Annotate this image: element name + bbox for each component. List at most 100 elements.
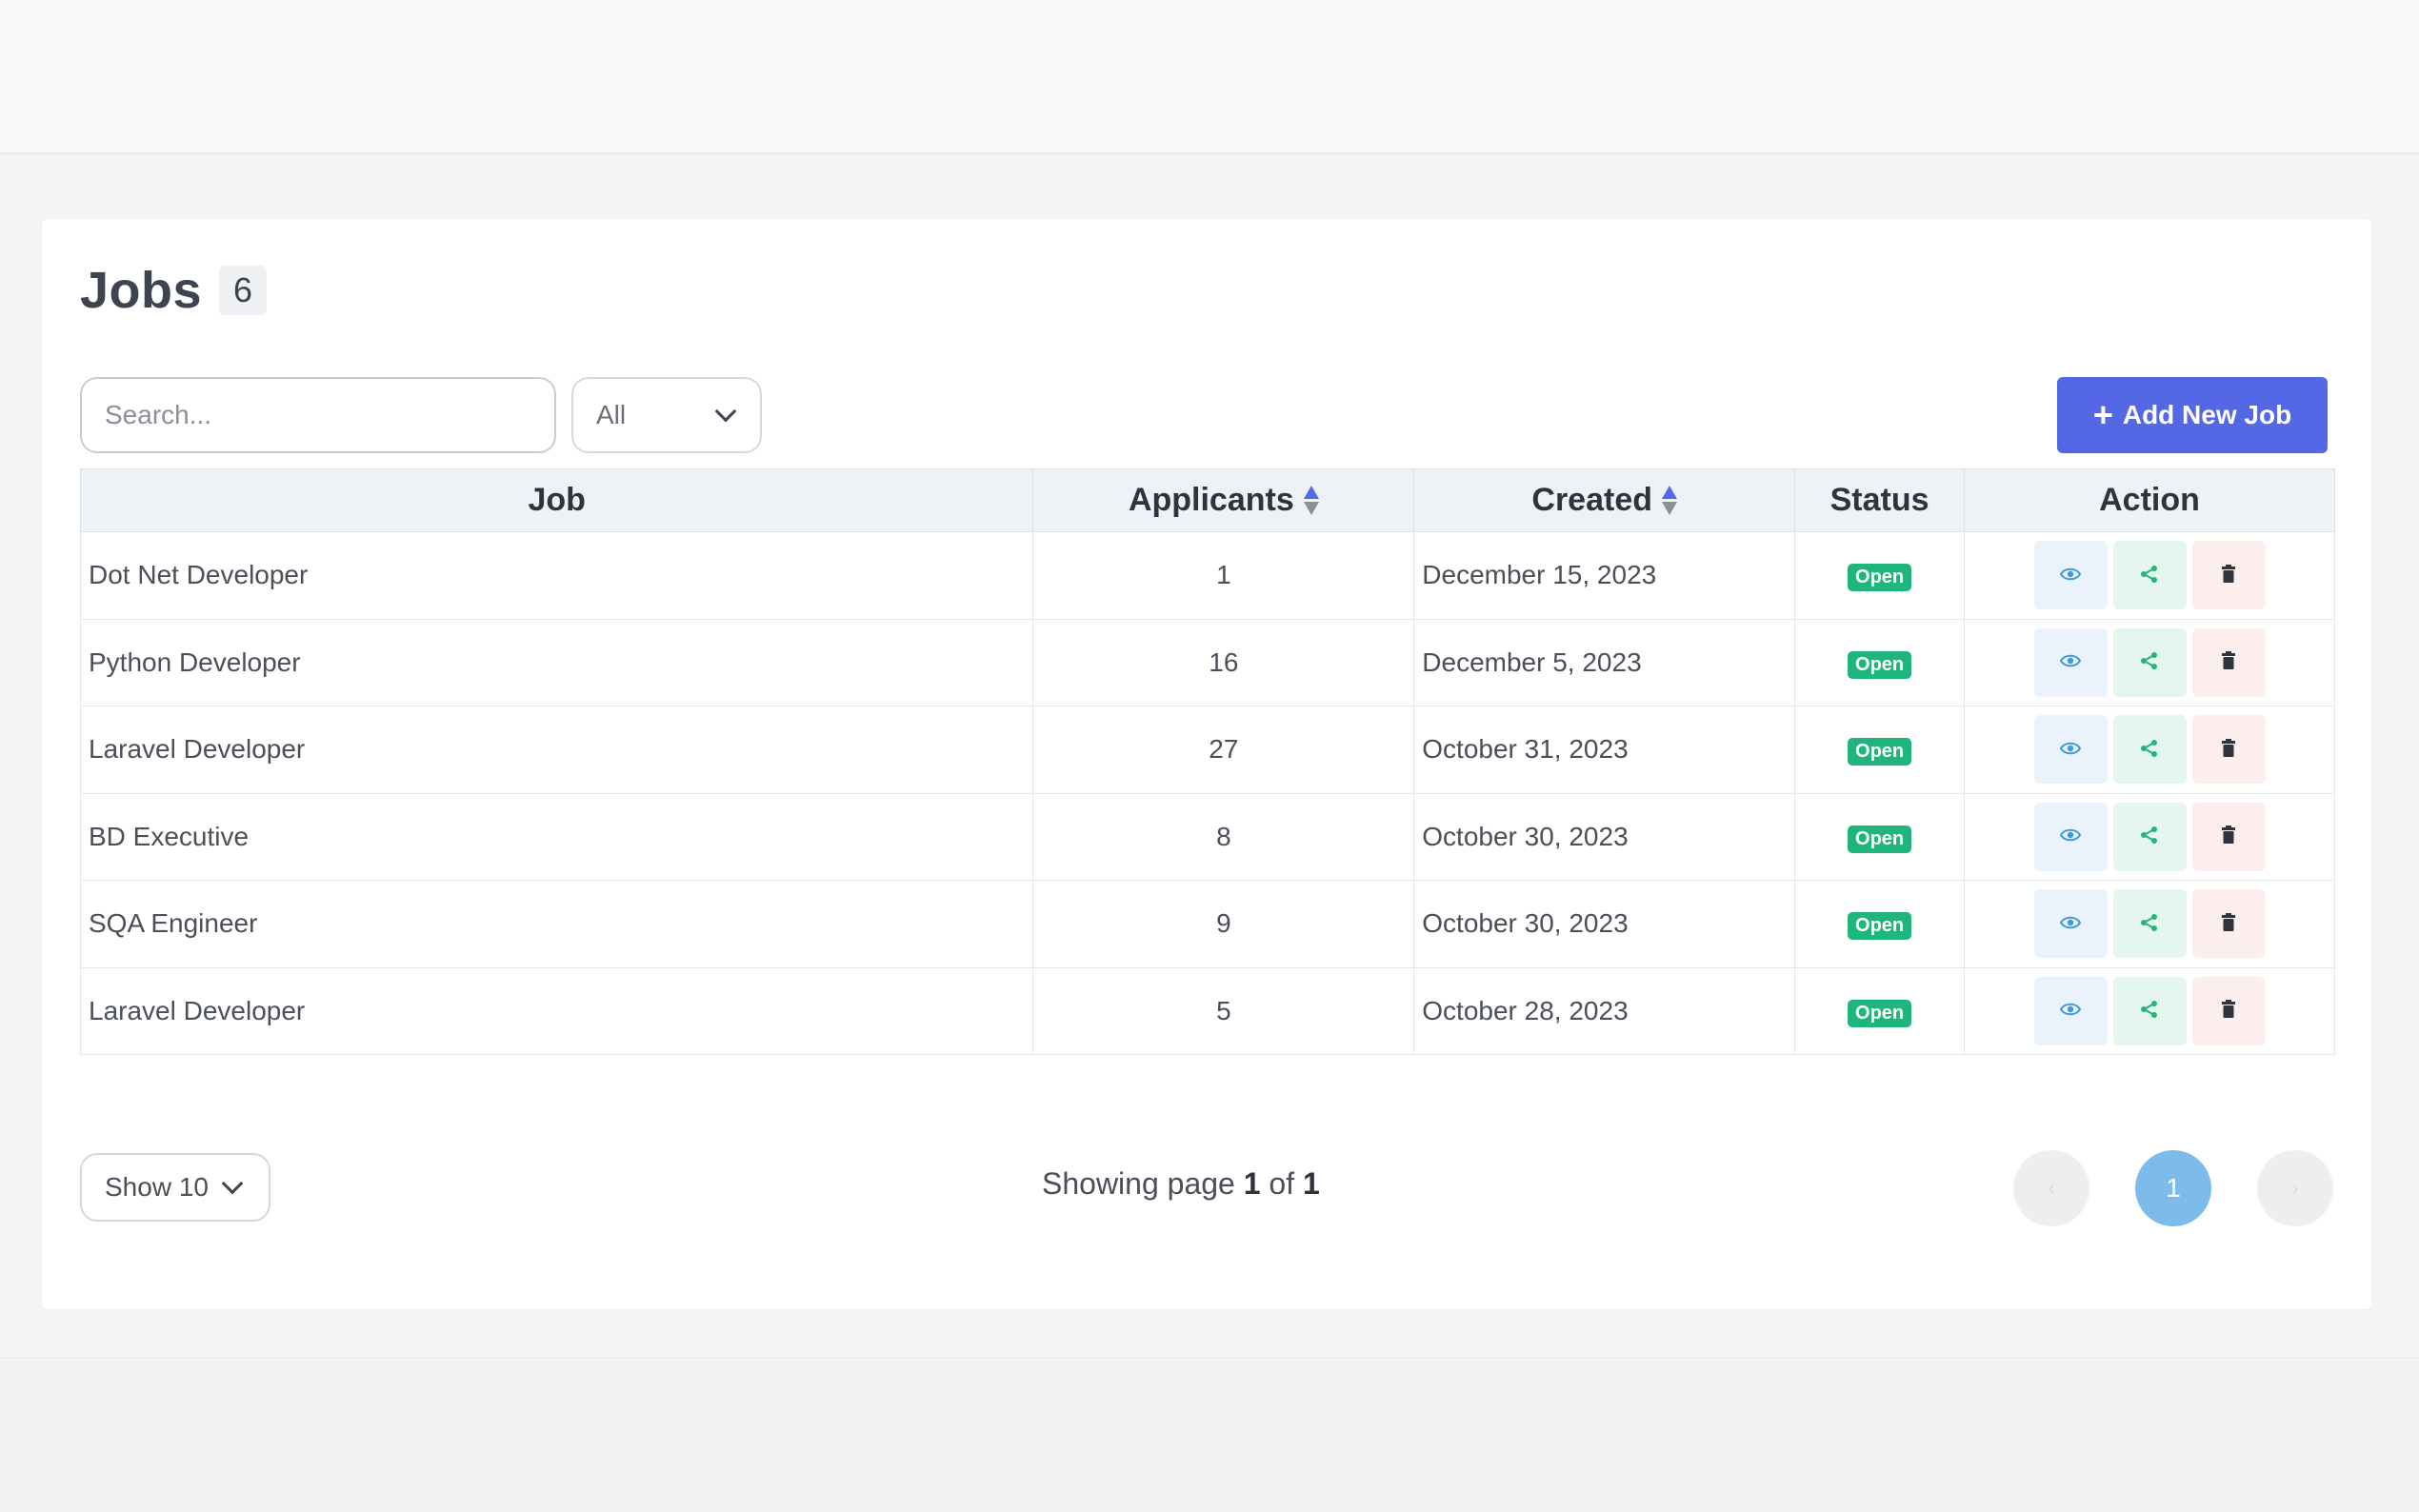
share-button[interactable]: [2112, 802, 2187, 871]
status-badge: Open: [1848, 564, 1912, 592]
created-date-cell: October 30, 2023: [1413, 880, 1796, 968]
jobs-table: Job Applicants Created Status Action Dot…: [79, 468, 2335, 1055]
applicants-cell: 1: [1032, 531, 1415, 620]
page-size-select[interactable]: Show 10: [80, 1153, 270, 1222]
trash-icon: [2221, 912, 2236, 935]
job-title-cell: BD Executive: [79, 793, 1034, 881]
eye-icon: [2059, 741, 2082, 759]
job-title-cell: Laravel Developer: [79, 967, 1034, 1055]
job-title-cell: Python Developer: [79, 619, 1034, 706]
share-icon: [2140, 1000, 2159, 1022]
status-cell: Open: [1794, 531, 1966, 620]
footer-band: [0, 1357, 2419, 1512]
view-button[interactable]: [2033, 627, 2108, 697]
share-icon: [2140, 826, 2159, 847]
delete-button[interactable]: [2191, 802, 2266, 871]
delete-button[interactable]: [2191, 627, 2266, 697]
created-date-cell: December 5, 2023: [1413, 619, 1796, 706]
sort-icon[interactable]: [1662, 486, 1677, 515]
column-header-created[interactable]: Created: [1413, 468, 1796, 532]
applicants-cell: 16: [1032, 619, 1415, 706]
action-cell: [1964, 793, 2335, 881]
view-button[interactable]: [2033, 802, 2108, 871]
action-cell: [1964, 880, 2335, 968]
status-badge: Open: [1848, 912, 1912, 941]
status-cell: Open: [1794, 706, 1966, 794]
total-pages-number: 1: [1302, 1166, 1320, 1201]
eye-icon: [2059, 653, 2082, 671]
job-title-cell: Dot Net Developer: [79, 531, 1034, 620]
job-title-cell: SQA Engineer: [79, 880, 1034, 968]
view-button[interactable]: [2033, 541, 2108, 610]
jobs-card: Jobs 6 All + Add New Job Job Applicants: [42, 219, 2371, 1309]
column-header-status: Status: [1794, 468, 1966, 532]
trash-icon: [2221, 826, 2236, 847]
chevron-down-icon: [714, 400, 737, 423]
jobs-count-badge: 6: [219, 266, 268, 315]
applicants-cell: 9: [1032, 880, 1415, 968]
eye-icon: [2059, 567, 2082, 585]
created-date-cell: October 30, 2023: [1413, 793, 1796, 881]
eye-icon: [2059, 827, 2082, 846]
eye-icon: [2059, 915, 2082, 933]
next-page-button[interactable]: ›: [2257, 1150, 2333, 1226]
page-title: Jobs: [80, 262, 203, 319]
share-icon: [2140, 565, 2159, 587]
status-cell: Open: [1794, 619, 1966, 706]
title-row: Jobs 6: [80, 257, 268, 324]
action-cell: [1964, 531, 2335, 620]
delete-button[interactable]: [2191, 976, 2266, 1045]
view-button[interactable]: [2033, 889, 2108, 959]
action-cell: [1964, 967, 2335, 1055]
prev-page-button[interactable]: ‹: [2013, 1150, 2089, 1226]
share-button[interactable]: [2112, 976, 2187, 1045]
table-row: BD Executive 8 October 30, 2023 Open: [79, 793, 2335, 881]
status-filter-select[interactable]: All: [571, 377, 762, 453]
chevron-down-icon: [221, 1172, 244, 1195]
top-header-bar: [0, 0, 2419, 155]
applicants-cell: 27: [1032, 706, 1415, 794]
view-button[interactable]: [2033, 976, 2108, 1045]
status-badge: Open: [1848, 999, 1912, 1027]
created-date-cell: October 31, 2023: [1413, 706, 1796, 794]
created-date-cell: October 28, 2023: [1413, 967, 1796, 1055]
table-header-row: Job Applicants Created Status Action: [79, 468, 2335, 532]
add-new-job-label: Add New Job: [2122, 400, 2292, 429]
share-button[interactable]: [2112, 715, 2187, 785]
view-button[interactable]: [2033, 715, 2108, 785]
share-icon: [2140, 651, 2159, 673]
table-row: Python Developer 16 December 5, 2023 Open: [79, 619, 2335, 706]
trash-icon: [2221, 738, 2236, 761]
search-input[interactable]: [80, 377, 556, 453]
trash-icon: [2221, 1000, 2236, 1022]
job-title-cell: Laravel Developer: [79, 706, 1034, 794]
share-button[interactable]: [2112, 627, 2187, 697]
add-new-job-button[interactable]: + Add New Job: [2057, 377, 2328, 453]
status-badge: Open: [1848, 738, 1912, 766]
status-cell: Open: [1794, 967, 1966, 1055]
current-page-number: 1: [1243, 1166, 1261, 1201]
table-row: Laravel Developer 27 October 31, 2023 Open: [79, 706, 2335, 794]
trash-icon: [2221, 651, 2236, 673]
action-cell: [1964, 706, 2335, 794]
trash-icon: [2221, 564, 2236, 587]
column-header-action: Action: [1964, 468, 2335, 532]
table-row: Dot Net Developer 1 December 15, 2023 Open: [79, 531, 2335, 620]
status-badge: Open: [1848, 825, 1912, 853]
delete-button[interactable]: [2191, 541, 2266, 610]
column-header-applicants[interactable]: Applicants: [1032, 468, 1415, 532]
sort-icon[interactable]: [1303, 486, 1319, 515]
column-header-job: Job: [79, 468, 1034, 532]
delete-button[interactable]: [2191, 889, 2266, 959]
share-button[interactable]: [2112, 541, 2187, 610]
share-icon: [2140, 739, 2159, 761]
status-cell: Open: [1794, 880, 1966, 968]
share-button[interactable]: [2112, 889, 2187, 959]
status-filter-value: All: [596, 400, 627, 429]
delete-button[interactable]: [2191, 715, 2266, 785]
page-1-button[interactable]: 1: [2135, 1150, 2211, 1226]
status-badge: Open: [1848, 650, 1912, 679]
share-icon: [2140, 913, 2159, 935]
plus-icon: +: [2092, 395, 2113, 434]
status-cell: Open: [1794, 793, 1966, 881]
